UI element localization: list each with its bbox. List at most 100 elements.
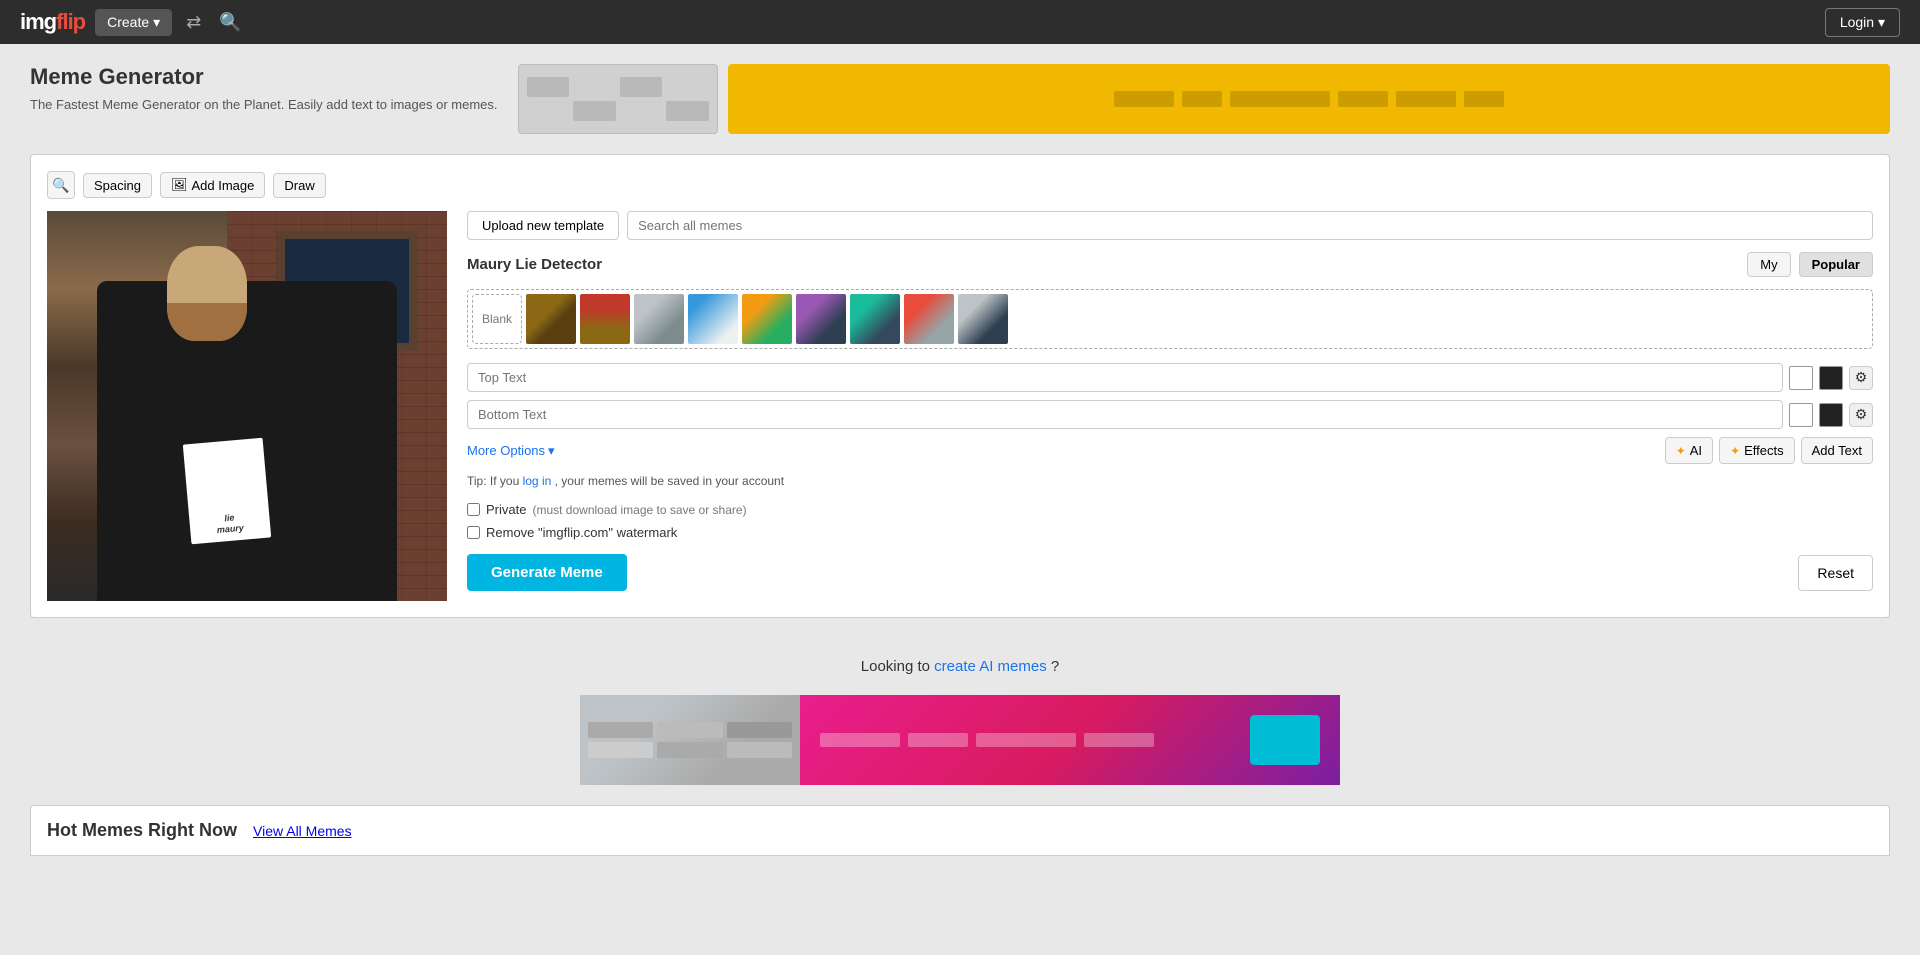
add-text-button[interactable]: Add Text <box>1801 437 1873 464</box>
private-checkbox[interactable] <box>467 503 480 516</box>
generate-label: Generate Meme <box>491 564 603 581</box>
add-image-button[interactable]: 🖼 Add Image <box>160 172 265 198</box>
create-button[interactable]: Create ▾ <box>95 9 172 36</box>
bottom-text-color-white[interactable] <box>1789 403 1813 427</box>
ad-banner-right <box>728 64 1891 134</box>
banner-pink-pixel <box>976 733 1076 747</box>
banner-pixel <box>666 77 709 97</box>
ad-banner-left <box>518 64 718 134</box>
effects-label: Effects <box>1744 443 1784 458</box>
chevron-down-icon: ▾ <box>1878 14 1885 30</box>
options-row: More Options ▾ ✦ AI ✦ Effects A <box>467 437 1873 464</box>
create-ai-memes-label: create AI memes <box>934 658 1047 675</box>
private-label: Private <box>486 502 526 517</box>
hot-memes-header: Hot Memes Right Now View All Memes <box>30 805 1890 856</box>
sparkle-icon: ✦ <box>1676 444 1686 458</box>
shuffle-icon[interactable]: ⇄ <box>182 8 205 37</box>
more-options-button[interactable]: More Options ▾ <box>467 443 555 459</box>
log-in-link-text: log in <box>523 474 552 488</box>
bottom-text-color-black[interactable] <box>1819 403 1843 427</box>
banner-placeholder <box>519 69 717 129</box>
log-in-link[interactable]: log in <box>523 474 555 488</box>
generate-meme-button[interactable]: Generate Meme <box>467 554 627 591</box>
navbar-left: imgflip Create ▾ ⇄ 🔍 <box>20 8 246 37</box>
paper-text: liemaury <box>215 512 244 536</box>
login-button[interactable]: Login ▾ <box>1825 8 1900 37</box>
banner-yellow-pixel <box>1396 91 1456 107</box>
template-thumb-6[interactable] <box>796 294 846 344</box>
bottom-banner-pixels <box>588 722 792 758</box>
image-icon: 🖼 <box>171 177 188 193</box>
blank-template[interactable]: Blank <box>472 294 522 344</box>
reset-button[interactable]: Reset <box>1798 555 1873 591</box>
banner-pixel <box>657 722 722 738</box>
private-checkbox-row: Private (must download image to save or … <box>467 502 1873 517</box>
ai-memes-prefix: Looking to <box>861 658 930 675</box>
brand-logo[interactable]: imgflip <box>20 9 85 35</box>
tab-my[interactable]: My <box>1747 252 1790 277</box>
zoom-icon: 🔍 <box>52 177 69 194</box>
brand-name: imgflip <box>20 9 85 35</box>
top-text-color-black[interactable] <box>1819 366 1843 390</box>
ai-memes-suffix: ? <box>1051 658 1059 675</box>
bottom-text-input[interactable] <box>467 400 1783 429</box>
banner-pixel <box>727 742 792 758</box>
current-meme-label: Maury Lie Detector <box>467 256 1739 273</box>
brand-img-part2: flip <box>56 9 85 34</box>
template-thumb-1[interactable] <box>526 294 576 344</box>
main-content: Meme Generator The Fastest Meme Generato… <box>0 44 1920 876</box>
top-text-settings-button[interactable]: ⚙ <box>1849 366 1873 390</box>
banner-area <box>518 64 1891 134</box>
template-thumb-5[interactable] <box>742 294 792 344</box>
zoom-button[interactable]: 🔍 <box>47 171 75 199</box>
banner-pixel <box>657 742 722 758</box>
banner-pixel <box>666 101 709 121</box>
create-ai-memes-link[interactable]: create AI memes <box>934 658 1051 675</box>
view-all-memes-link[interactable]: View All Memes <box>253 823 352 839</box>
template-thumb-7[interactable] <box>850 294 900 344</box>
template-thumb-4[interactable] <box>688 294 738 344</box>
top-text-input[interactable] <box>467 363 1783 392</box>
bottom-banner-left <box>580 695 800 785</box>
effects-button[interactable]: ✦ Effects <box>1719 437 1795 464</box>
navbar: imgflip Create ▾ ⇄ 🔍 Login ▾ <box>0 0 1920 44</box>
tab-popular[interactable]: Popular <box>1799 252 1873 277</box>
banner-pixel <box>527 77 570 97</box>
template-thumb-3[interactable] <box>634 294 684 344</box>
top-text-color-white[interactable] <box>1789 366 1813 390</box>
ai-button[interactable]: ✦ AI <box>1665 437 1713 464</box>
ai-memes-section: Looking to create AI memes ? <box>30 638 1890 695</box>
template-thumb-2[interactable] <box>580 294 630 344</box>
controls-area: Upload new template Maury Lie Detector M… <box>467 211 1873 601</box>
search-memes-input[interactable] <box>627 211 1873 240</box>
tip-suffix: , your memes will be saved in your accou… <box>555 474 784 488</box>
tab-popular-label: Popular <box>1812 257 1860 272</box>
bottom-banner-right <box>800 695 1340 785</box>
meme-generator-card: 🔍 Spacing 🖼 Add Image Draw <box>30 154 1890 618</box>
banner-pixel <box>573 77 616 97</box>
spacing-button[interactable]: Spacing <box>83 173 152 198</box>
spacing-label: Spacing <box>94 178 141 193</box>
banner-pixel <box>588 742 653 758</box>
view-all-label: View All Memes <box>253 823 352 839</box>
watermark-checkbox[interactable] <box>467 526 480 539</box>
banner-pixel <box>527 101 570 121</box>
bottom-text-settings-button[interactable]: ⚙ <box>1849 403 1873 427</box>
blank-label: Blank <box>482 312 512 326</box>
bottom-ad-banner <box>580 695 1340 785</box>
draw-button[interactable]: Draw <box>273 173 325 198</box>
banner-pink-pixel <box>820 733 900 747</box>
tip-row: Tip: If you log in , your memes will be … <box>467 474 1873 488</box>
hot-memes-title: Hot Memes Right Now <box>47 820 237 841</box>
template-thumb-8[interactable] <box>904 294 954 344</box>
search-icon[interactable]: 🔍 <box>215 8 245 37</box>
banner-pixel <box>588 722 653 738</box>
chevron-down-icon: ▾ <box>548 443 555 459</box>
banner-yellow-pixel <box>1230 91 1330 107</box>
upload-template-button[interactable]: Upload new template <box>467 211 619 240</box>
add-text-label: Add Text <box>1812 443 1862 458</box>
private-note: (must download image to save or share) <box>532 503 746 517</box>
template-thumb-9[interactable] <box>958 294 1008 344</box>
page-title-area: Meme Generator The Fastest Meme Generato… <box>30 64 498 114</box>
bottom-text-row: ⚙ <box>467 400 1873 429</box>
